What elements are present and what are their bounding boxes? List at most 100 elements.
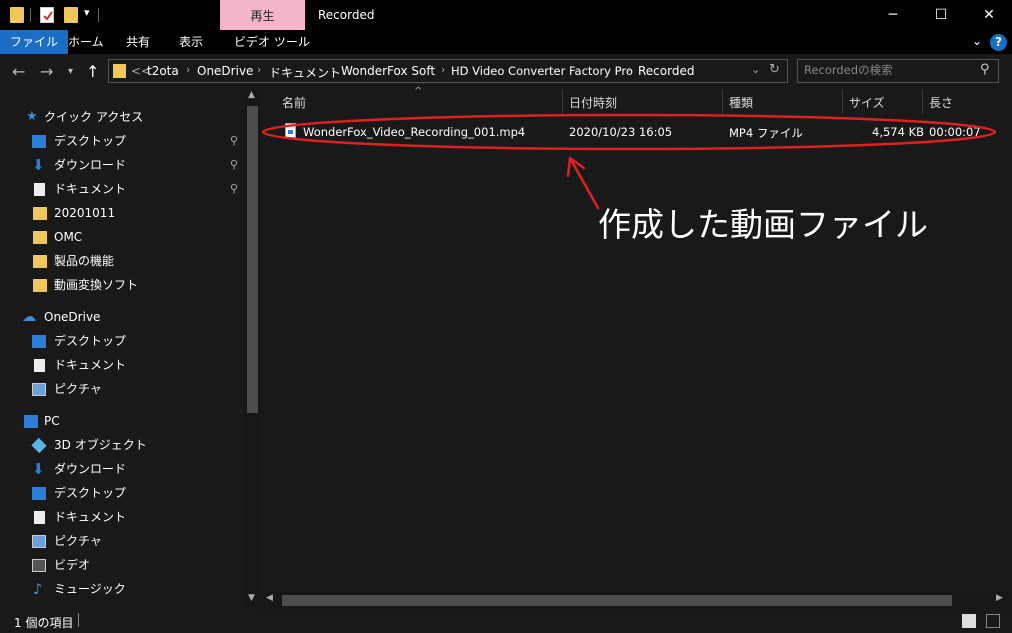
scroll-down-icon[interactable]: ▼ — [248, 593, 255, 603]
refresh-icon[interactable]: ↻ — [769, 62, 780, 77]
chevron-right-icon[interactable]: › — [186, 63, 190, 76]
search-icon[interactable]: ⚲ — [980, 62, 990, 77]
sidebar-item-desktop[interactable]: デスクトップ ⚲ — [0, 129, 240, 153]
breadcrumb-item[interactable]: HD Video Converter Factory Pro — [451, 64, 633, 78]
desktop-icon — [32, 487, 46, 500]
sidebar-item-desktop[interactable]: デスクトップ — [0, 481, 240, 505]
chevron-right-icon[interactable]: › — [257, 63, 261, 76]
sidebar-item-label: ビデオ — [54, 558, 91, 572]
folder-icon — [113, 64, 126, 78]
sidebar-item-folder[interactable]: 製品の機能 — [0, 249, 240, 273]
sidebar-item-label: デスクトップ — [54, 134, 127, 148]
sidebar-item-label: ドキュメント — [54, 358, 127, 372]
horizontal-scrollbar[interactable]: ◀ ▶ — [262, 592, 1012, 609]
scroll-right-icon[interactable]: ▶ — [996, 593, 1003, 603]
sidebar-item-label: PC — [44, 414, 60, 428]
sidebar-item-pictures[interactable]: ピクチャ — [0, 377, 240, 401]
folder-icon — [33, 255, 47, 268]
document-icon — [34, 511, 45, 524]
pin-icon[interactable]: ⚲ — [230, 177, 238, 201]
chevron-right-icon[interactable]: › — [441, 63, 445, 76]
chevron-right-icon[interactable]: › — [331, 63, 335, 76]
picture-icon — [32, 383, 46, 396]
sidebar-item-label: 3D オブジェクト — [54, 438, 147, 452]
star-icon: ★ — [26, 109, 38, 124]
sidebar-item-folder[interactable]: 20201011 — [0, 201, 240, 225]
tab-share[interactable]: 共有 — [116, 30, 160, 54]
sidebar-item-videos[interactable]: ビデオ — [0, 553, 240, 577]
address-bar[interactable]: << t2ota › OneDrive › ドキュメント › WonderFox… — [108, 59, 788, 83]
scrollbar-thumb[interactable] — [282, 595, 952, 606]
up-icon[interactable]: ↑ — [86, 62, 99, 81]
sidebar-item-3d-objects[interactable]: 3D オブジェクト — [0, 433, 240, 457]
customize-quick-access-icon[interactable]: ▾ — [84, 6, 90, 19]
sidebar-item-label: 動画変換ソフト — [54, 278, 139, 292]
breadcrumb-item[interactable]: WonderFox Soft — [341, 64, 435, 78]
download-icon: ⬇ — [32, 460, 45, 478]
sidebar-item-label: 20201011 — [54, 206, 116, 220]
sidebar-item-downloads[interactable]: ⬇ ダウンロード ⚲ — [0, 153, 240, 177]
sidebar-item-quick-access[interactable]: ★ クイック アクセス — [0, 105, 240, 129]
cube-icon — [31, 437, 47, 454]
sidebar-item-documents[interactable]: ドキュメント — [0, 353, 240, 377]
sidebar-item-documents[interactable]: ドキュメント ⚲ — [0, 177, 240, 201]
sidebar-item-pc[interactable]: PC — [0, 409, 240, 433]
sidebar-item-label: デスクトップ — [54, 334, 127, 348]
sidebar-item-desktop[interactable]: デスクトップ — [0, 329, 240, 353]
new-folder-icon[interactable] — [64, 7, 78, 23]
scroll-left-icon[interactable]: ◀ — [266, 593, 273, 603]
scrollbar-thumb[interactable] — [247, 106, 258, 413]
folder-icon[interactable] — [10, 7, 24, 23]
tab-home[interactable]: ホーム — [58, 30, 114, 54]
sidebar-scrollbar[interactable]: ▲ ▼ — [244, 90, 261, 607]
address-dropdown-icon[interactable]: ⌄ — [751, 63, 760, 76]
picture-icon — [32, 535, 46, 548]
minimize-button[interactable]: ─ — [870, 0, 916, 30]
sidebar-item-label: ミュージック — [54, 582, 126, 596]
status-bar: 1 個の項目 — [0, 609, 1012, 633]
chevron-right-icon[interactable]: › — [627, 63, 631, 76]
sidebar-item-onedrive[interactable]: ☁ OneDrive — [0, 305, 240, 329]
sidebar-item-label: デスクトップ — [54, 486, 127, 500]
music-note-icon: ♪ — [33, 580, 43, 598]
desktop-icon — [32, 135, 46, 148]
back-icon[interactable]: ← — [12, 62, 25, 81]
sidebar-item-folder[interactable]: 動画変換ソフト — [0, 273, 240, 297]
properties-icon[interactable] — [40, 7, 54, 23]
scroll-up-icon[interactable]: ▲ — [248, 90, 255, 100]
sidebar-item-pictures[interactable]: ピクチャ — [0, 529, 240, 553]
item-count: 1 個の項目 — [14, 616, 74, 630]
help-icon[interactable]: ? — [990, 34, 1007, 51]
ribbon-tabs: ファイル ホーム 共有 表示 ビデオ ツール ⌄ ? — [0, 30, 1012, 54]
sidebar-item-label: ダウンロード — [54, 462, 127, 476]
search-box[interactable]: ⚲ — [797, 59, 999, 83]
expand-ribbon-icon[interactable]: ⌄ — [972, 34, 982, 48]
search-input[interactable] — [804, 63, 974, 77]
forward-icon[interactable]: → — [40, 62, 53, 81]
recent-locations-icon[interactable]: ▾ — [68, 66, 73, 77]
document-icon — [34, 359, 45, 372]
sidebar-item-music[interactable]: ♪ ミュージック — [0, 577, 240, 601]
annotation-label: 作成した動画ファイル — [598, 205, 928, 244]
sidebar-item-folder[interactable]: OMC — [0, 225, 240, 249]
large-icons-view-icon[interactable] — [986, 614, 1000, 628]
sidebar-item-documents[interactable]: ドキュメント — [0, 505, 240, 529]
annotation-overlay — [262, 113, 997, 210]
breadcrumb-item[interactable]: t2ota — [147, 64, 179, 78]
document-icon — [34, 183, 45, 196]
tab-view[interactable]: 表示 — [169, 30, 213, 54]
divider — [78, 613, 79, 627]
breadcrumb-item[interactable]: OneDrive — [197, 64, 253, 78]
sidebar-item-label: 製品の機能 — [54, 254, 115, 268]
pin-icon[interactable]: ⚲ — [230, 153, 238, 177]
sidebar-item-label: OneDrive — [44, 310, 101, 324]
breadcrumb-item[interactable]: Recorded — [638, 64, 694, 78]
close-button[interactable]: ✕ — [966, 0, 1012, 30]
sidebar-item-label: クイック アクセス — [44, 110, 144, 124]
sidebar-item-downloads[interactable]: ⬇ ダウンロード — [0, 457, 240, 481]
maximize-button[interactable]: ☐ — [918, 0, 964, 30]
tab-video-tools[interactable]: ビデオ ツール — [224, 30, 320, 54]
pin-icon[interactable]: ⚲ — [230, 129, 238, 153]
details-view-icon[interactable] — [962, 614, 976, 628]
sidebar-item-label: ダウンロード — [54, 158, 127, 172]
